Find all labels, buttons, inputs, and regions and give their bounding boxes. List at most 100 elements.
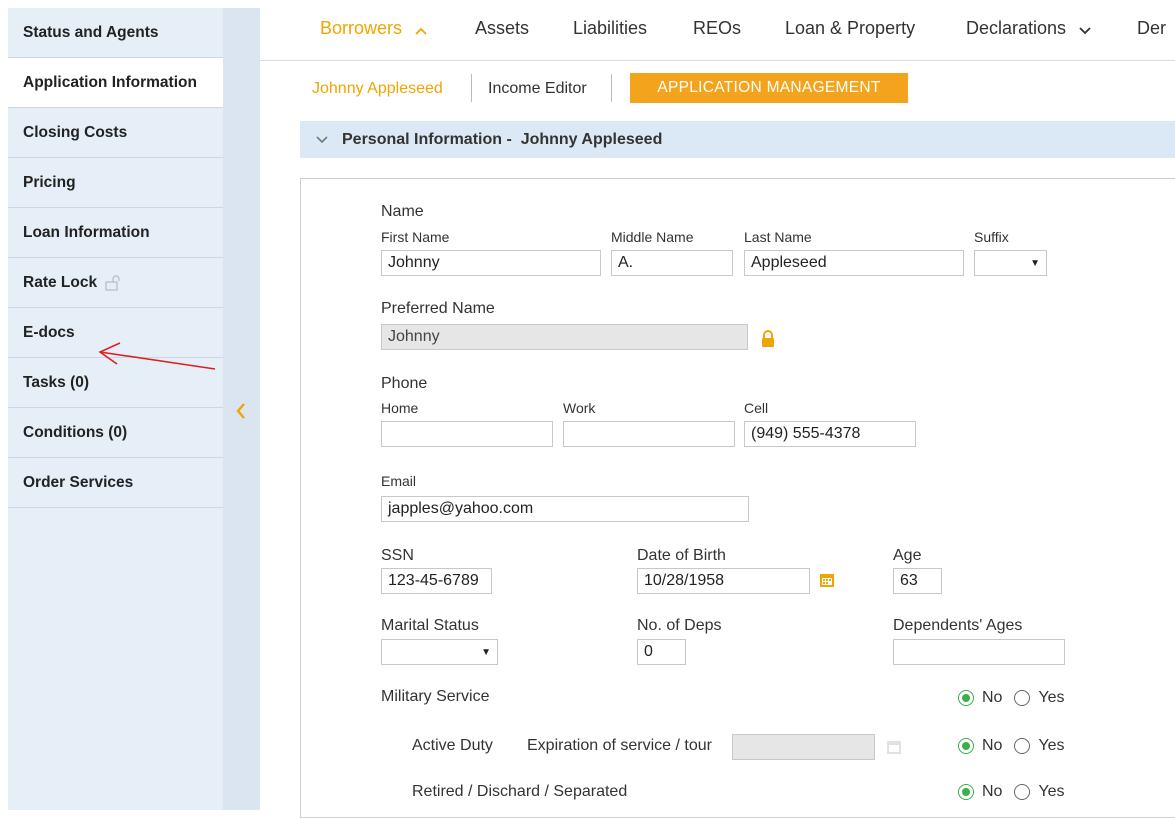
home-phone-field[interactable]	[381, 421, 553, 447]
suffix-label: Suffix	[974, 229, 1009, 245]
tab-declarations[interactable]: Declarations	[966, 18, 1091, 40]
divider	[611, 74, 612, 102]
military-service-no-radio[interactable]	[958, 690, 974, 706]
tab-loan-and-property[interactable]: Loan & Property	[785, 18, 915, 39]
dob-field[interactable]: 10/28/1958	[637, 568, 810, 594]
expiration-label: Expiration of service / tour	[527, 737, 712, 754]
sidebar: Status and Agents Application Informatio…	[8, 8, 223, 810]
age-label: Age	[893, 547, 922, 564]
tab-johnny-appleseed[interactable]: Johnny Appleseed	[312, 80, 443, 98]
active-duty-label: Active Duty	[412, 737, 493, 754]
calendar-icon	[886, 739, 902, 755]
lock-icon[interactable]	[760, 330, 776, 348]
tab-liabilities[interactable]: Liabilities	[573, 18, 647, 39]
unlock-icon	[104, 274, 122, 292]
tab-der[interactable]: Der	[1137, 18, 1166, 39]
sidebar-item-label: Status and Agents	[23, 23, 159, 41]
sub-nav: Johnny Appleseed Income Editor APPLICATI…	[300, 64, 1175, 114]
top-nav: Borrowers Assets Liabilities REOs Loan &…	[260, 0, 1175, 61]
sidebar-item-pricing[interactable]: Pricing	[8, 158, 223, 208]
sidebar-item-label: Pricing	[23, 173, 76, 191]
active-duty-radio-group: No Yes	[958, 737, 1077, 755]
military-service-radio-group: No Yes	[958, 689, 1077, 707]
marital-status-select[interactable]: ▼	[381, 639, 498, 665]
sidebar-item-application-information[interactable]: Application Information	[8, 58, 223, 108]
radio-label-no: No	[982, 689, 1003, 706]
chevron-left-icon[interactable]	[233, 400, 249, 422]
caret-down-icon: ▼	[481, 646, 491, 658]
retired-yes-radio[interactable]	[1014, 784, 1031, 800]
preferred-name-label: Preferred Name	[381, 300, 495, 317]
tab-assets[interactable]: Assets	[475, 18, 529, 39]
num-deps-label: No. of Deps	[637, 617, 722, 634]
divider	[471, 74, 472, 102]
age-field[interactable]: 63	[893, 568, 942, 594]
sidebar-item-label: Tasks (0)	[23, 373, 90, 391]
radio-label-yes: Yes	[1038, 689, 1065, 706]
retired-radio-group: No Yes	[958, 783, 1077, 801]
chevron-up-icon	[415, 19, 427, 40]
sidebar-item-status-and-agents[interactable]: Status and Agents	[8, 8, 223, 58]
retired-no-radio[interactable]	[958, 784, 974, 800]
last-name-field[interactable]: Appleseed	[744, 250, 964, 276]
chevron-down-icon[interactable]	[316, 135, 328, 144]
sidebar-item-label: Application Information	[23, 73, 197, 91]
middle-name-label: Middle Name	[611, 229, 694, 245]
tab-borrowers[interactable]: Borrowers	[320, 18, 427, 40]
tab-label: Assets	[475, 18, 530, 38]
ssn-label: SSN	[381, 547, 414, 564]
first-name-field[interactable]: Johnny	[381, 250, 601, 276]
dependents-ages-field[interactable]	[893, 639, 1065, 665]
expiration-date-field	[732, 734, 875, 760]
military-service-yes-radio[interactable]	[1014, 690, 1031, 706]
sidebar-item-tasks[interactable]: Tasks (0)	[8, 358, 223, 408]
tab-reos[interactable]: REOs	[693, 18, 741, 39]
last-name-label: Last Name	[744, 229, 812, 245]
calendar-icon[interactable]	[819, 572, 835, 588]
sidebar-item-e-docs[interactable]: E-docs	[8, 308, 223, 358]
tab-label: REOs	[693, 18, 742, 38]
suffix-select[interactable]: ▼	[974, 250, 1047, 276]
sidebar-item-loan-information[interactable]: Loan Information	[8, 208, 223, 258]
radio-label-no: No	[982, 783, 1003, 800]
active-duty-no-radio[interactable]	[958, 738, 974, 754]
sidebar-item-label: Conditions (0)	[23, 423, 128, 441]
dependents-ages-label: Dependents' Ages	[893, 617, 1023, 634]
tab-income-editor[interactable]: Income Editor	[488, 80, 587, 98]
sidebar-item-conditions[interactable]: Conditions (0)	[8, 408, 223, 458]
tab-label: Liabilities	[573, 18, 648, 38]
work-phone-field[interactable]	[563, 421, 735, 447]
sidebar-item-closing-costs[interactable]: Closing Costs	[8, 108, 223, 158]
sidebar-item-label: Order Services	[23, 473, 134, 491]
retired-label: Retired / Dischard / Separated	[412, 783, 628, 800]
sidebar-collapse-strip	[223, 8, 260, 810]
sidebar-item-order-services[interactable]: Order Services	[8, 458, 223, 508]
cell-phone-label: Cell	[744, 400, 769, 416]
work-phone-label: Work	[563, 400, 596, 416]
num-deps-field[interactable]: 0	[637, 639, 686, 665]
caret-down-icon: ▼	[1030, 257, 1040, 269]
tab-label: Loan & Property	[785, 18, 916, 38]
sidebar-item-rate-lock[interactable]: Rate Lock	[8, 258, 223, 308]
application-management-button[interactable]: APPLICATION MANAGEMENT	[630, 73, 908, 103]
section-title: Personal Information - Johnny Appleseed	[342, 130, 663, 148]
preferred-name-field: Johnny	[381, 324, 748, 350]
radio-label-yes: Yes	[1038, 737, 1065, 754]
tab-label: Borrowers	[320, 18, 403, 38]
tab-label: Declarations	[966, 18, 1067, 38]
active-duty-yes-radio[interactable]	[1014, 738, 1031, 754]
ssn-field[interactable]: 123-45-6789	[381, 568, 492, 594]
home-phone-label: Home	[381, 400, 419, 416]
chevron-down-icon	[1079, 19, 1091, 40]
section-header-personal-information: Personal Information - Johnny Appleseed	[300, 121, 1175, 158]
marital-status-label: Marital Status	[381, 617, 479, 634]
sidebar-item-label: Closing Costs	[23, 123, 128, 141]
dob-label: Date of Birth	[637, 547, 726, 564]
military-service-label: Military Service	[381, 688, 490, 705]
email-label: Email	[381, 473, 417, 489]
middle-name-field[interactable]: A.	[611, 250, 733, 276]
sidebar-item-label: Rate Lock	[23, 273, 98, 291]
cell-phone-field[interactable]: (949) 555-4378	[744, 421, 916, 447]
radio-label-no: No	[982, 737, 1003, 754]
email-field[interactable]: japples@yahoo.com	[381, 496, 749, 522]
